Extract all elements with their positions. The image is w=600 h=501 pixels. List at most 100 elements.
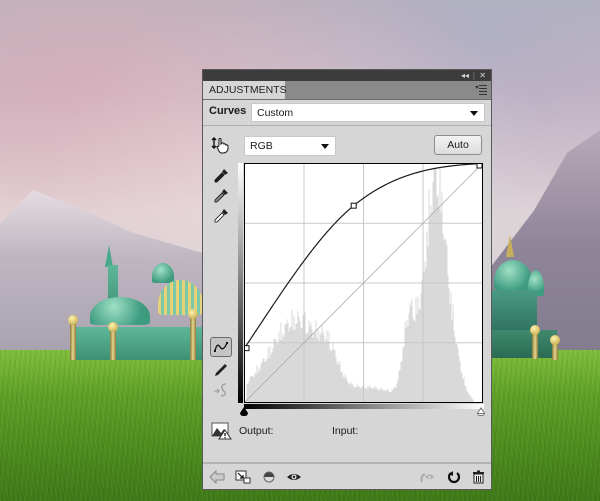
histogram-bar [305,334,307,403]
histogram-bar [249,377,251,403]
histogram-bar [455,344,457,403]
channel-value: RGB [250,140,273,152]
black-point-slider[interactable] [240,407,248,416]
palace-wall [73,327,203,360]
white-point-slider[interactable] [477,407,485,416]
histogram-bar [248,381,250,403]
histogram-bar [434,168,436,403]
histogram-bar [357,386,359,403]
gray-point-eyedropper-icon[interactable] [213,188,229,204]
histogram-bar [352,383,354,403]
histogram-bar [268,358,270,403]
panel-titlebar[interactable]: ◂◂ | ✕ [203,70,491,81]
smooth-curve-icon[interactable] [213,382,229,398]
histogram-bar [355,387,357,403]
collapse-panel-icon[interactable]: ◂◂ [461,70,469,81]
histogram-bar [339,361,341,403]
histogram-bar [374,386,376,403]
histogram-bar [411,298,413,403]
histogram-bar [310,322,312,403]
panel-menu-icon[interactable] [475,84,487,95]
histogram-bar [348,384,350,403]
curves-graph-canvas[interactable] [243,162,484,404]
histogram-bar [338,364,340,403]
histogram-bar [333,349,335,403]
histogram-bar [365,387,367,403]
histogram-bar [398,370,400,403]
histogram-bar [260,364,262,403]
histogram-bar [302,315,304,403]
histogram-bar [321,324,323,403]
histogram-bar [312,337,314,403]
visibility-eye-icon[interactable] [286,470,302,484]
histogram-bar [324,343,326,403]
pencil-draw-icon[interactable] [213,362,229,378]
auto-button[interactable]: Auto [434,135,482,155]
back-arrow-icon[interactable] [209,470,225,484]
palace-dome [90,297,150,325]
histogram-bar [253,377,255,403]
preset-dropdown[interactable]: Custom [251,103,485,122]
histogram-bar [280,322,282,403]
histogram-bar [346,379,348,403]
histogram-bar [274,338,276,403]
histogram-bar [370,387,372,403]
tab-adjustments[interactable]: ADJUSTMENTS [203,81,287,99]
histogram-bar [320,335,322,403]
histogram-bar [290,326,292,403]
reset-icon[interactable] [446,470,462,484]
histogram-bar [273,338,275,403]
channel-dropdown[interactable]: RGB [244,136,336,156]
histogram-bar [464,385,466,403]
histogram-bar [358,385,360,403]
histogram-bar [393,387,395,403]
histogram-bar [381,389,383,403]
targeted-adjustment-icon[interactable] [211,136,231,154]
clip-to-layer-icon[interactable] [235,470,251,484]
show-clipping-icon[interactable] [211,422,233,440]
histogram-bar [408,313,410,403]
histogram-bar [311,329,313,403]
histogram-bar [252,375,254,403]
output-label: Output: [239,425,274,437]
close-panel-icon[interactable]: ✕ [479,70,486,81]
histogram-bar [343,374,345,403]
histogram-bar [351,385,353,403]
histogram-bar [378,389,380,403]
histogram-bar [419,309,421,403]
histogram-bar [403,346,405,403]
view-previous-state-icon[interactable] [419,470,435,484]
histogram-bar [458,355,460,403]
curve-points-tool-button[interactable] [210,337,232,357]
histogram-bar [261,362,263,403]
histogram-bar [459,361,461,403]
histogram-bar [446,245,448,403]
trash-icon[interactable] [471,470,487,484]
histogram-bar [366,388,368,403]
histogram-bar [467,392,469,403]
histogram-bar [444,237,446,403]
histogram-bar [402,347,404,403]
histogram-bar [466,391,468,403]
histogram-bar [250,375,252,403]
histogram-bar [285,324,287,403]
palace-wall [492,330,557,358]
black-point-eyedropper-icon[interactable] [213,168,229,184]
histogram-bar [439,167,441,403]
histogram-bar [372,388,374,403]
histogram-bar [344,377,346,403]
background-palace-right [490,235,560,360]
histogram-bar [316,338,318,403]
histogram-bar [451,319,453,403]
histogram-bar [288,330,290,403]
curve-control-point[interactable] [350,202,357,209]
layer-visibility-toggle-icon[interactable] [261,470,277,484]
histogram-bar [331,350,333,403]
histogram-bar [376,387,378,403]
adjustment-type-label: Curves [209,105,247,117]
curves-graph[interactable] [243,162,484,404]
histogram-bar [435,167,437,403]
histogram-bar [449,303,451,403]
histogram-bar [371,388,373,403]
white-point-eyedropper-icon[interactable] [213,208,229,224]
